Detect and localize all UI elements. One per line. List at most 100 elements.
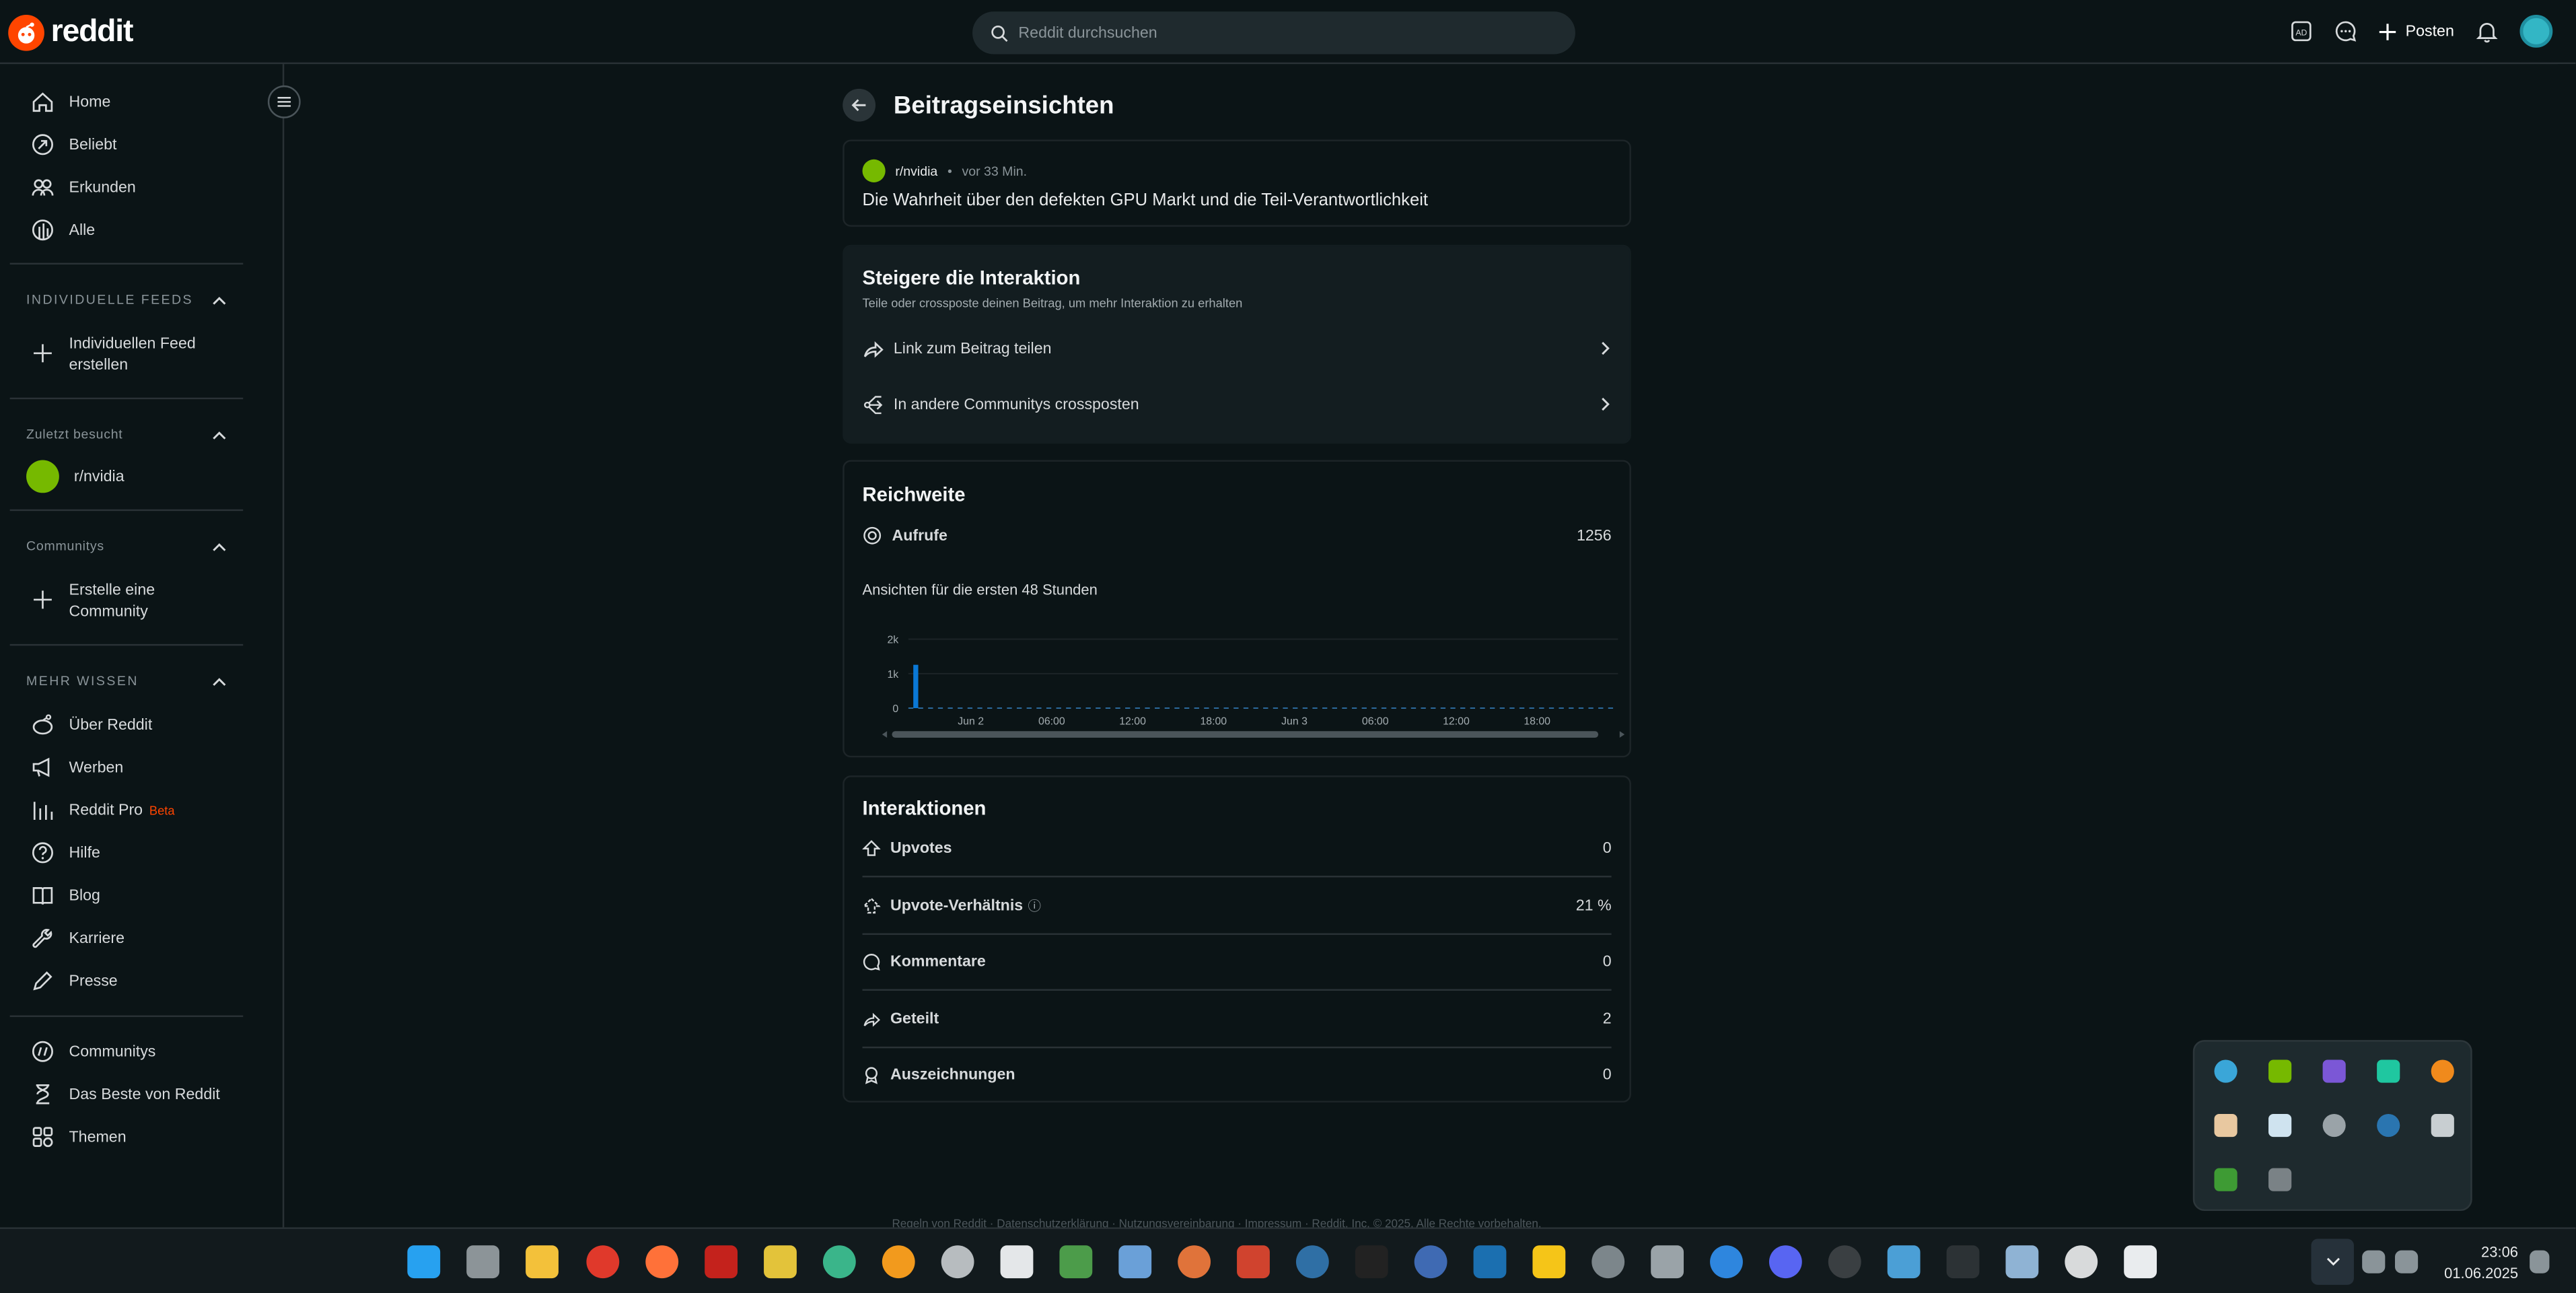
tray-app-icon[interactable] [2214,1168,2238,1191]
row-divider [862,989,1612,991]
post-title: Die Wahrheit über den defekten GPU Markt… [862,190,1429,211]
app-icon[interactable] [941,1245,974,1279]
tray-app-icon[interactable] [2431,1113,2454,1138]
start-menu-icon[interactable] [407,1245,441,1279]
back-button[interactable] [843,88,876,122]
chart-scrollbar [892,731,1599,738]
share-icon [863,1012,880,1026]
search-input[interactable]: Reddit durchsuchen [972,11,1575,55]
filezilla-icon[interactable] [705,1245,738,1279]
crosspost-row[interactable]: In andere Communitys crossposten [863,392,1612,415]
settings-gear-icon[interactable] [1591,1245,1625,1279]
chart-scroll-right-icon [1619,731,1625,738]
nvidia-community-icon [862,159,886,182]
app-icon[interactable] [1651,1245,1684,1279]
info-icon[interactable]: ⓘ [1028,897,1042,915]
app-icon[interactable] [2005,1245,2039,1279]
firefox-icon[interactable] [645,1245,679,1279]
share-link-row[interactable]: Link zum Beitrag teilen [863,337,1612,359]
sidebar-item-help[interactable]: Hilfe [31,841,100,864]
sidebar-item-all[interactable]: Alle [31,219,95,242]
more-section-header[interactable]: MEHR WISSEN [26,674,227,689]
svg-text:AD: AD [2296,28,2307,37]
app-icon[interactable] [1118,1245,1152,1279]
sidebar-item-reddit-pro[interactable]: Reddit Pro Beta [31,798,175,821]
chat-icon[interactable] [2335,20,2358,42]
volume-icon[interactable] [2394,1250,2419,1273]
discord-icon[interactable] [1768,1245,1802,1279]
terminal-icon[interactable] [1946,1245,1980,1279]
communities-section-header[interactable]: Communitys [26,539,227,554]
reddit-alien-icon [32,714,53,735]
app-icon[interactable] [1059,1245,1093,1279]
recent-section-header[interactable]: Zuletzt besucht [26,427,227,442]
communities-icon [32,1041,53,1062]
custom-feeds-section-header[interactable]: INDIVIDUELLE FEEDS [26,292,227,307]
app-icon[interactable] [1887,1245,1921,1279]
app-icon[interactable] [2065,1245,2098,1279]
notifications-bell-icon[interactable] [2476,20,2499,43]
page-scrollbar[interactable] [2557,64,2576,1228]
tray-app-icon[interactable] [2214,1113,2238,1138]
news-icon[interactable] [2124,1245,2157,1279]
mkv-icon[interactable] [1295,1245,1329,1279]
sidebar-item-r-nvidia[interactable]: r/nvidia [26,460,124,493]
sidebar-item-topics[interactable]: Themen [31,1125,127,1148]
app-icon[interactable] [882,1245,915,1279]
app-icon[interactable] [1178,1245,1211,1279]
megaphone-icon [32,757,50,777]
reddit-logo[interactable]: reddit [8,14,133,51]
upvote-icon [862,839,881,855]
sidebar-item-blog[interactable]: Blog [31,884,100,907]
obs-icon[interactable] [1828,1245,1861,1279]
sidebar-item-advertise[interactable]: Werben [31,756,123,779]
tray-app-icon[interactable] [2214,1059,2238,1083]
app-icon[interactable] [822,1245,856,1279]
sidebar-item-communities[interactable]: Communitys [31,1040,155,1063]
interaction-row-upvote-ratio: Upvote-Verhältnis ⓘ 21 % [862,894,1612,917]
chrome-icon[interactable] [586,1245,620,1279]
notification-bell-icon[interactable] [2530,1250,2550,1273]
user-avatar[interactable] [2519,14,2553,48]
post-summary-card[interactable]: r/nvidia • vor 33 Min. Die Wahrheit über… [843,139,1631,227]
sidebar-item-about-reddit[interactable]: Über Reddit [31,713,152,736]
create-community-button[interactable]: Erstelle eine Community [31,580,184,623]
sidebar-item-best-of-reddit[interactable]: Das Beste von Reddit [31,1083,220,1106]
show-hidden-icons-button[interactable] [2311,1238,2354,1285]
lock-icon[interactable] [1414,1245,1447,1279]
network-icon[interactable] [2362,1250,2386,1273]
app-icon[interactable] [1710,1245,1743,1279]
sidebar-item-home[interactable]: Home [31,90,110,113]
tray-twitch-icon[interactable] [2322,1059,2346,1083]
app-icon[interactable] [764,1245,797,1279]
app-icon[interactable] [1355,1245,1388,1279]
create-custom-feed-button[interactable]: Individuellen Feed erstellen [31,334,217,376]
tray-app-icon[interactable] [2322,1113,2346,1138]
sidebar-item-popular[interactable]: Beliebt [31,133,116,156]
system-clock[interactable]: 23:06 01.06.2025 [2444,1242,2518,1284]
x-tick-label: 12:00 [1443,715,1470,727]
tray-search-icon[interactable] [2431,1059,2454,1083]
sidebar-item-press[interactable]: Presse [31,969,118,992]
tray-app-icon[interactable] [2268,1168,2292,1191]
steam-icon[interactable] [1473,1245,1507,1279]
views-chart: 2k 1k 0 Jun 2 06:00 12:00 18:00 Jun 3 06:00 12:00… [882,635,1625,738]
sidebar-item-explore[interactable]: Erkunden [31,176,136,199]
tray-steam-icon[interactable] [2377,1113,2400,1138]
post-subreddit[interactable]: r/nvidia [895,164,937,178]
star-icon[interactable] [1532,1245,1566,1279]
create-post-button[interactable]: Posten [2380,22,2454,40]
chevron-up-icon [213,295,226,304]
tray-nvidia-icon[interactable] [2268,1059,2292,1083]
notepad-icon[interactable] [1000,1245,1034,1279]
sidebar-item-careers[interactable]: Karriere [31,927,124,950]
task-view-icon[interactable] [466,1245,500,1279]
advertise-icon[interactable]: AD [2291,20,2314,42]
app-icon[interactable] [1237,1245,1270,1279]
tray-app-icon[interactable] [2377,1059,2400,1083]
tray-app-icon[interactable] [2268,1113,2292,1138]
file-explorer-icon[interactable] [526,1245,559,1279]
sidebar-toggle-button[interactable] [267,85,301,118]
row-divider [862,876,1612,878]
reach-card: Reichweite Aufrufe 1256 Ansichten für di… [843,460,1631,758]
